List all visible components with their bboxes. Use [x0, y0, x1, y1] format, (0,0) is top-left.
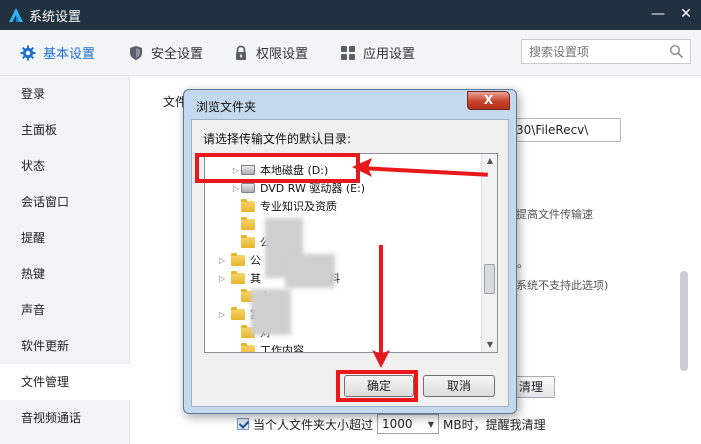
expand-arrow-icon[interactable]: ▷ — [217, 256, 227, 265]
dialog-prompt: 请选择传输文件的默认目录: — [203, 132, 352, 146]
tab-permission-settings[interactable]: 权限设置 — [233, 43, 308, 62]
main-scrollbar[interactable] — [680, 271, 688, 371]
folder-size-checkbox[interactable] — [237, 418, 249, 430]
dialog-title: 浏览文件夹 — [196, 100, 257, 114]
folder-size-text-suffix: MB时，提醒我清理 — [443, 417, 546, 432]
expand-arrow-icon[interactable]: ▷ — [217, 274, 227, 283]
minimize-button[interactable]: — — [651, 4, 665, 24]
folder-size-value: 1000 — [382, 417, 413, 431]
tree-item-label: 工作内容 — [260, 344, 304, 353]
sidebar-item-hotkeys[interactable]: 热键 — [0, 256, 130, 292]
sidebar-item-login[interactable]: 登录 — [0, 76, 130, 112]
tab-app-settings[interactable]: 应用设置 — [340, 43, 415, 62]
browse-folder-dialog: 浏览文件夹 X 请选择传输文件的默认目录: ▷ 本地磁盘 (D:) ▷ DVD … — [183, 89, 517, 414]
folder-icon — [231, 270, 245, 284]
shield-icon — [130, 45, 142, 60]
gear-icon — [20, 45, 36, 60]
unsupported-hint-text: 系统不支持此选项) — [516, 279, 609, 292]
lock-icon — [236, 45, 246, 60]
window-titlebar: 系统设置 — ✕ — [0, 0, 701, 30]
sidebar-item-chat-window[interactable]: 会话窗口 — [0, 184, 130, 220]
folder-icon — [241, 234, 255, 248]
folder-icon — [231, 252, 245, 266]
tree-item-folder[interactable]: ▷ 公 — [217, 251, 261, 269]
settings-sidebar: 登录 主面板 状态 会话窗口 提醒 热键 声音 软件更新 文件管理 音视频通话 — [0, 76, 130, 444]
dvd-drive-icon — [241, 183, 255, 193]
folder-icon — [231, 306, 245, 320]
folder-icon — [241, 216, 255, 230]
annotation-highlight-local-disk — [195, 153, 360, 183]
annotation-arrowhead-icon — [372, 350, 390, 368]
folder-size-select[interactable]: 1000 ▼ — [377, 414, 440, 434]
dialog-close-button[interactable]: X — [467, 91, 510, 110]
close-button[interactable]: ✕ — [679, 4, 693, 24]
sidebar-item-sound[interactable]: 声音 — [0, 292, 130, 328]
period-text: 。 — [517, 256, 530, 270]
tab-label: 权限设置 — [256, 47, 309, 62]
sidebar-item-main-panel[interactable]: 主面板 — [0, 112, 130, 148]
expand-arrow-icon[interactable]: ▷ — [231, 184, 241, 193]
tree-item-folder[interactable] — [231, 215, 260, 233]
speed-hint-text: 提高文件传输速 — [516, 208, 593, 221]
window-title: 系统设置 — [29, 9, 82, 25]
annotation-arrow-line — [379, 245, 383, 359]
folder-icon — [241, 342, 255, 352]
tab-label: 安全设置 — [151, 47, 204, 62]
scroll-thumb[interactable] — [484, 264, 495, 294]
tab-label: 基本设置 — [43, 47, 96, 62]
tab-security-settings[interactable]: 安全设置 — [128, 43, 203, 62]
folder-icon — [241, 198, 255, 212]
apps-icon — [341, 45, 355, 60]
tab-basic-settings[interactable]: 基本设置 — [20, 43, 95, 62]
sidebar-item-software-update[interactable]: 软件更新 — [0, 328, 130, 364]
redacted-area — [285, 254, 335, 288]
tree-item-label: 专业知识及资质 — [260, 200, 337, 213]
cancel-button[interactable]: 取消 — [423, 375, 495, 397]
tree-item-folder[interactable]: 工作内容 — [231, 341, 304, 353]
folder-size-reminder-row: 当个人文件夹大小超过 1000 ▼ MB时，提醒我清理 — [237, 414, 546, 434]
tab-label: 应用设置 — [363, 47, 416, 62]
sidebar-item-reminder[interactable]: 提醒 — [0, 220, 130, 256]
scroll-down-icon[interactable]: ▼ — [482, 340, 497, 349]
settings-tabbar: 基本设置 安全设置 权限设置 应用设置 — [0, 30, 701, 76]
annotation-highlight-ok-button — [336, 370, 418, 402]
expand-arrow-icon[interactable]: ▷ — [217, 310, 227, 319]
search-icon[interactable] — [669, 44, 684, 59]
sidebar-item-av-call[interactable]: 音视频通话 — [0, 400, 130, 436]
search-box[interactable] — [521, 39, 691, 64]
sidebar-item-file-management[interactable]: 文件管理 — [0, 364, 130, 400]
redacted-area — [251, 289, 291, 335]
sidebar-item-status[interactable]: 状态 — [0, 148, 130, 184]
tree-item-folder[interactable]: 专业知识及资质 — [231, 197, 337, 215]
scroll-up-icon[interactable]: ▲ — [482, 156, 497, 165]
chevron-down-icon: ▼ — [427, 419, 435, 429]
tree-item-label: 公 — [250, 254, 261, 267]
tree-item-label: 其 — [250, 272, 261, 285]
search-input[interactable] — [529, 44, 669, 59]
app-logo-icon — [9, 8, 23, 22]
download-path-field[interactable]: 30\FileRecv\ — [511, 118, 621, 142]
tree-scrollbar[interactable]: ▲ ▼ — [481, 154, 497, 352]
annotation-arrowhead-icon — [352, 158, 372, 177]
folder-size-text-prefix: 当个人文件夹大小超过 — [253, 417, 374, 432]
folder-tree[interactable]: ▷ 本地磁盘 (D:) ▷ DVD RW 驱动器 (E:) 专业知识及资质 ▷ … — [204, 153, 498, 353]
